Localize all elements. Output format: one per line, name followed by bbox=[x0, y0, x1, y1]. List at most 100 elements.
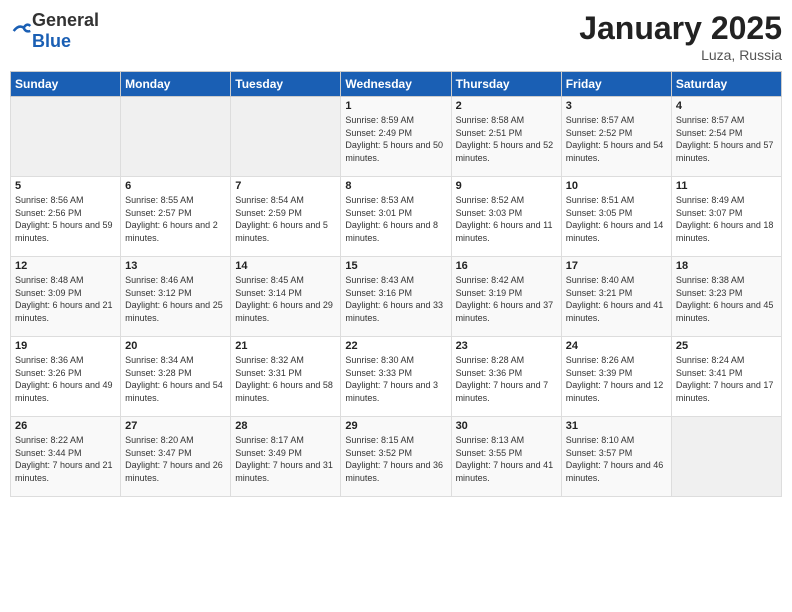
logo-blue: Blue bbox=[32, 31, 71, 51]
day-number: 3 bbox=[566, 100, 667, 112]
table-row: 21 Sunrise: 8:32 AM Sunset: 3:31 PM Dayli… bbox=[231, 337, 341, 417]
day-info: Sunrise: 8:10 AM Sunset: 3:57 PM Dayligh… bbox=[566, 434, 667, 484]
day-info: Sunrise: 8:38 AM Sunset: 3:23 PM Dayligh… bbox=[676, 274, 777, 324]
day-number: 7 bbox=[235, 180, 336, 192]
day-number: 11 bbox=[676, 180, 777, 192]
day-info: Sunrise: 8:20 AM Sunset: 3:47 PM Dayligh… bbox=[125, 434, 226, 484]
col-wednesday: Wednesday bbox=[341, 72, 451, 97]
day-info: Sunrise: 8:58 AM Sunset: 2:51 PM Dayligh… bbox=[456, 114, 557, 164]
table-row: 10Sunrise: 8:51 AM Sunset: 3:05 PM Dayli… bbox=[561, 177, 671, 257]
day-info: Sunrise: 8:26 AM Sunset: 3:39 PM Dayligh… bbox=[566, 354, 667, 404]
table-row: 1 Sunrise: 8:59 AM Sunset: 2:49 PM Daylig… bbox=[341, 97, 451, 177]
day-number: 31 bbox=[566, 420, 667, 432]
day-info: Sunrise: 8:45 AM Sunset: 3:14 PM Dayligh… bbox=[235, 274, 336, 324]
day-info: Sunrise: 8:48 AM Sunset: 3:09 PM Dayligh… bbox=[15, 274, 116, 324]
day-info: Sunrise: 8:40 AM Sunset: 3:21 PM Dayligh… bbox=[566, 274, 667, 324]
table-row: 24 Sunrise: 8:26 AM Sunset: 3:39 PM Dayli… bbox=[561, 337, 671, 417]
day-info: Sunrise: 8:55 AM Sunset: 2:57 PM Dayligh… bbox=[125, 194, 226, 244]
day-info: Sunrise: 8:24 AM Sunset: 3:41 PM Dayligh… bbox=[676, 354, 777, 404]
day-info: Sunrise: 8:28 AM Sunset: 3:36 PM Dayligh… bbox=[456, 354, 557, 404]
day-info: Sunrise: 8:59 AM Sunset: 2:49 PM Dayligh… bbox=[345, 114, 446, 164]
month-title: January 2025 bbox=[579, 10, 782, 47]
table-row bbox=[11, 97, 121, 177]
location: Luza, Russia bbox=[579, 47, 782, 63]
calendar-week-4: 19Sunrise: 8:36 AM Sunset: 3:26 PM Dayli… bbox=[11, 337, 782, 417]
day-info: Sunrise: 8:34 AM Sunset: 3:28 PM Dayligh… bbox=[125, 354, 226, 404]
col-thursday: Thursday bbox=[451, 72, 561, 97]
calendar-week-5: 26 Sunrise: 8:22 AM Sunset: 3:44 PM Dayli… bbox=[11, 417, 782, 497]
page: General Blue January 2025 Luza, Russia S… bbox=[0, 0, 792, 612]
day-info: Sunrise: 8:17 AM Sunset: 3:49 PM Dayligh… bbox=[235, 434, 336, 484]
day-info: Sunrise: 8:53 AM Sunset: 3:01 PM Dayligh… bbox=[345, 194, 446, 244]
calendar-week-2: 5Sunrise: 8:56 AM Sunset: 2:56 PM Daylig… bbox=[11, 177, 782, 257]
day-number: 12 bbox=[15, 260, 116, 272]
table-row: 19Sunrise: 8:36 AM Sunset: 3:26 PM Dayli… bbox=[11, 337, 121, 417]
day-number: 23 bbox=[456, 340, 557, 352]
day-info: Sunrise: 8:43 AM Sunset: 3:16 PM Dayligh… bbox=[345, 274, 446, 324]
day-info: Sunrise: 8:15 AM Sunset: 3:52 PM Dayligh… bbox=[345, 434, 446, 484]
table-row: 23 Sunrise: 8:28 AM Sunset: 3:36 PM Dayli… bbox=[451, 337, 561, 417]
calendar-header-row: Sunday Monday Tuesday Wednesday Thursday… bbox=[11, 72, 782, 97]
day-info: Sunrise: 8:56 AM Sunset: 2:56 PM Dayligh… bbox=[15, 194, 116, 244]
day-number: 24 bbox=[566, 340, 667, 352]
col-monday: Monday bbox=[121, 72, 231, 97]
day-info: Sunrise: 8:42 AM Sunset: 3:19 PM Dayligh… bbox=[456, 274, 557, 324]
day-info: Sunrise: 8:32 AM Sunset: 3:31 PM Dayligh… bbox=[235, 354, 336, 404]
table-row: 3 Sunrise: 8:57 AM Sunset: 2:52 PM Daylig… bbox=[561, 97, 671, 177]
table-row: 13 Sunrise: 8:46 AM Sunset: 3:12 PM Dayli… bbox=[121, 257, 231, 337]
table-row: 15 Sunrise: 8:43 AM Sunset: 3:16 PM Dayli… bbox=[341, 257, 451, 337]
day-number: 9 bbox=[456, 180, 557, 192]
calendar-week-1: 1 Sunrise: 8:59 AM Sunset: 2:49 PM Daylig… bbox=[11, 97, 782, 177]
day-info: Sunrise: 8:30 AM Sunset: 3:33 PM Dayligh… bbox=[345, 354, 446, 404]
day-number: 14 bbox=[235, 260, 336, 272]
day-number: 17 bbox=[566, 260, 667, 272]
table-row: 28 Sunrise: 8:17 AM Sunset: 3:49 PM Dayli… bbox=[231, 417, 341, 497]
table-row: 22Sunrise: 8:30 AM Sunset: 3:33 PM Dayli… bbox=[341, 337, 451, 417]
table-row: 31 Sunrise: 8:10 AM Sunset: 3:57 PM Dayli… bbox=[561, 417, 671, 497]
table-row: 20 Sunrise: 8:34 AM Sunset: 3:28 PM Dayli… bbox=[121, 337, 231, 417]
title-block: January 2025 Luza, Russia bbox=[579, 10, 782, 63]
day-number: 26 bbox=[15, 420, 116, 432]
col-sunday: Sunday bbox=[11, 72, 121, 97]
day-number: 21 bbox=[235, 340, 336, 352]
table-row: 27 Sunrise: 8:20 AM Sunset: 3:47 PM Dayli… bbox=[121, 417, 231, 497]
table-row bbox=[121, 97, 231, 177]
day-info: Sunrise: 8:13 AM Sunset: 3:55 PM Dayligh… bbox=[456, 434, 557, 484]
calendar-week-3: 12 Sunrise: 8:48 AM Sunset: 3:09 PM Dayli… bbox=[11, 257, 782, 337]
day-number: 19 bbox=[15, 340, 116, 352]
day-number: 28 bbox=[235, 420, 336, 432]
table-row: 25Sunrise: 8:24 AM Sunset: 3:41 PM Dayli… bbox=[671, 337, 781, 417]
logo: General Blue bbox=[10, 10, 99, 52]
day-number: 29 bbox=[345, 420, 446, 432]
day-info: Sunrise: 8:52 AM Sunset: 3:03 PM Dayligh… bbox=[456, 194, 557, 244]
day-number: 27 bbox=[125, 420, 226, 432]
table-row: 2Sunrise: 8:58 AM Sunset: 2:51 PM Daylig… bbox=[451, 97, 561, 177]
table-row bbox=[231, 97, 341, 177]
day-info: Sunrise: 8:22 AM Sunset: 3:44 PM Dayligh… bbox=[15, 434, 116, 484]
table-row: 6Sunrise: 8:55 AM Sunset: 2:57 PM Daylig… bbox=[121, 177, 231, 257]
table-row: 17 Sunrise: 8:40 AM Sunset: 3:21 PM Dayli… bbox=[561, 257, 671, 337]
day-info: Sunrise: 8:49 AM Sunset: 3:07 PM Dayligh… bbox=[676, 194, 777, 244]
day-info: Sunrise: 8:51 AM Sunset: 3:05 PM Dayligh… bbox=[566, 194, 667, 244]
day-info: Sunrise: 8:57 AM Sunset: 2:52 PM Dayligh… bbox=[566, 114, 667, 164]
day-info: Sunrise: 8:46 AM Sunset: 3:12 PM Dayligh… bbox=[125, 274, 226, 324]
table-row bbox=[671, 417, 781, 497]
day-number: 8 bbox=[345, 180, 446, 192]
day-number: 13 bbox=[125, 260, 226, 272]
calendar: Sunday Monday Tuesday Wednesday Thursday… bbox=[10, 71, 782, 497]
table-row: 16 Sunrise: 8:42 AM Sunset: 3:19 PM Dayli… bbox=[451, 257, 561, 337]
day-number: 1 bbox=[345, 100, 446, 112]
table-row: 12 Sunrise: 8:48 AM Sunset: 3:09 PM Dayli… bbox=[11, 257, 121, 337]
logo-general: General bbox=[32, 10, 99, 30]
table-row: 7Sunrise: 8:54 AM Sunset: 2:59 PM Daylig… bbox=[231, 177, 341, 257]
day-number: 18 bbox=[676, 260, 777, 272]
table-row: 4Sunrise: 8:57 AM Sunset: 2:54 PM Daylig… bbox=[671, 97, 781, 177]
table-row: 11 Sunrise: 8:49 AM Sunset: 3:07 PM Dayli… bbox=[671, 177, 781, 257]
day-number: 20 bbox=[125, 340, 226, 352]
day-number: 16 bbox=[456, 260, 557, 272]
logo-icon bbox=[12, 21, 32, 41]
table-row: 8 Sunrise: 8:53 AM Sunset: 3:01 PM Daylig… bbox=[341, 177, 451, 257]
day-number: 15 bbox=[345, 260, 446, 272]
col-tuesday: Tuesday bbox=[231, 72, 341, 97]
table-row: 14 Sunrise: 8:45 AM Sunset: 3:14 PM Dayli… bbox=[231, 257, 341, 337]
